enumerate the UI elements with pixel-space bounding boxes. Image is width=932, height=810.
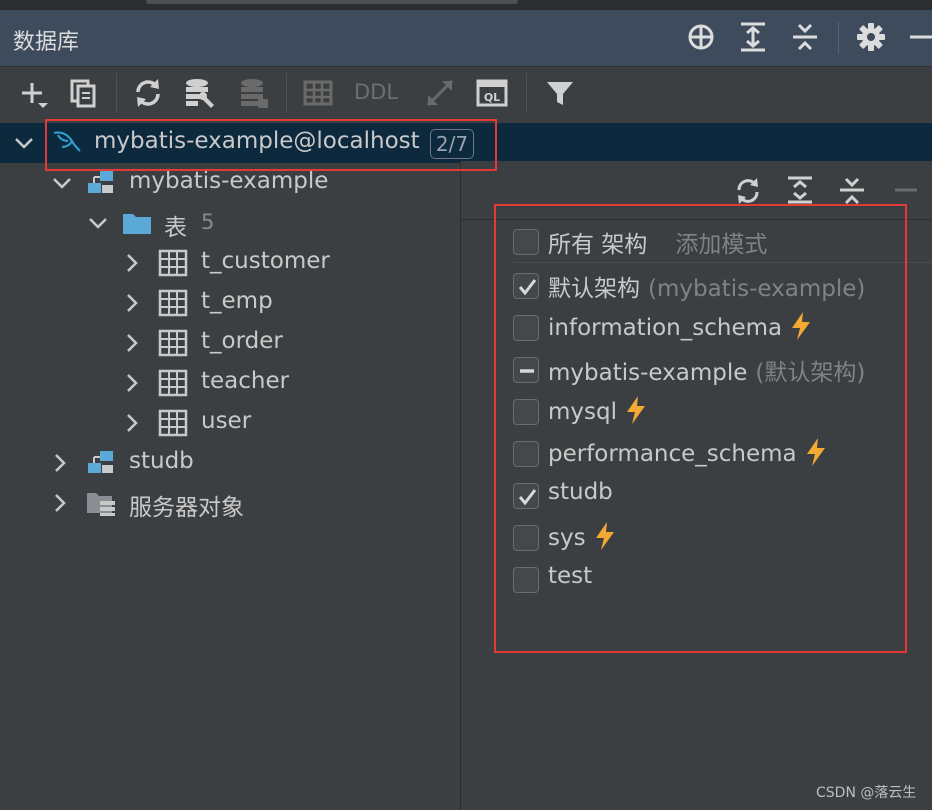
database-toolbar: DDL QL (0, 67, 932, 120)
chevron-right-icon[interactable] (48, 451, 72, 475)
tables-count: 5 (201, 210, 215, 234)
tree-row-server-objects[interactable]: 服务器对象 (0, 483, 460, 523)
expand-all-icon[interactable] (785, 173, 815, 207)
ddl-button: DDL (354, 80, 399, 104)
tree-row-table[interactable]: teacher (0, 363, 460, 403)
refresh-icon[interactable] (733, 173, 763, 207)
tree-row-table[interactable]: user (0, 403, 460, 443)
chevron-right-icon[interactable] (120, 411, 144, 435)
refresh-icon[interactable] (130, 75, 166, 111)
tree-row-table[interactable]: t_order (0, 323, 460, 363)
tree-row-table[interactable]: t_customer (0, 243, 460, 283)
gear-icon[interactable] (854, 20, 888, 54)
chevron-right-icon[interactable] (120, 371, 144, 395)
toolbar-separator (116, 73, 117, 113)
title-separator (838, 22, 839, 54)
toolbar-separator (526, 73, 527, 113)
table-icon (158, 329, 188, 357)
table-name: teacher (201, 368, 290, 394)
table-icon (158, 249, 188, 277)
table-icon (158, 409, 188, 437)
table-icon (158, 289, 188, 317)
editor-tab-edge (146, 0, 518, 4)
chevron-right-icon[interactable] (48, 491, 72, 515)
schema-popup-highlight-box (494, 204, 907, 653)
filter-icon[interactable] (542, 75, 578, 111)
tree-row-tables-folder[interactable]: 表 5 (0, 203, 460, 243)
toolbar-separator (286, 73, 287, 113)
table-name: t_emp (201, 288, 273, 314)
collapse-all-icon[interactable] (788, 20, 822, 54)
minimize-icon[interactable] (891, 173, 921, 207)
database-disabled-icon (236, 75, 272, 111)
table-name: t_customer (201, 248, 330, 274)
folder-icon (122, 209, 152, 237)
table-view-icon (300, 75, 336, 111)
table-icon (158, 369, 188, 397)
server-folder-icon (86, 489, 116, 517)
add-icon[interactable] (14, 75, 50, 111)
top-strip (0, 0, 932, 10)
query-console-icon[interactable]: QL (474, 75, 510, 111)
svg-text:QL: QL (484, 91, 500, 104)
copy-icon[interactable] (66, 75, 102, 111)
chevron-down-icon[interactable] (12, 131, 36, 155)
server-objects-label: 服务器对象 (129, 495, 244, 521)
table-name: user (201, 408, 252, 434)
chevron-right-icon[interactable] (120, 291, 144, 315)
locate-icon[interactable] (684, 20, 718, 54)
schema-icon (86, 169, 116, 197)
expand-all-icon[interactable] (736, 20, 770, 54)
chevron-right-icon[interactable] (120, 331, 144, 355)
tool-window-title: 数据库 (13, 30, 80, 55)
chevron-right-icon[interactable] (120, 251, 144, 275)
chevron-down-icon[interactable] (86, 211, 110, 235)
schema-icon (86, 449, 116, 477)
collapse-all-icon[interactable] (837, 173, 867, 207)
tree-row-table[interactable]: t_emp (0, 283, 460, 323)
tree-row-schema[interactable]: studb (0, 443, 460, 483)
table-name: t_order (201, 328, 283, 354)
schema-name: mybatis-example (129, 168, 329, 194)
jump-icon (422, 75, 458, 111)
schema-name: studb (129, 448, 194, 474)
database-properties-icon[interactable] (182, 75, 218, 111)
watermark: CSDN @落云生 (816, 785, 917, 801)
minimize-icon[interactable] (904, 20, 932, 54)
chevron-down-icon[interactable] (50, 171, 74, 195)
tables-folder-label: 表 (164, 215, 187, 241)
connection-highlight-box (45, 119, 497, 171)
tool-window-title-bar: 数据库 (0, 10, 932, 67)
